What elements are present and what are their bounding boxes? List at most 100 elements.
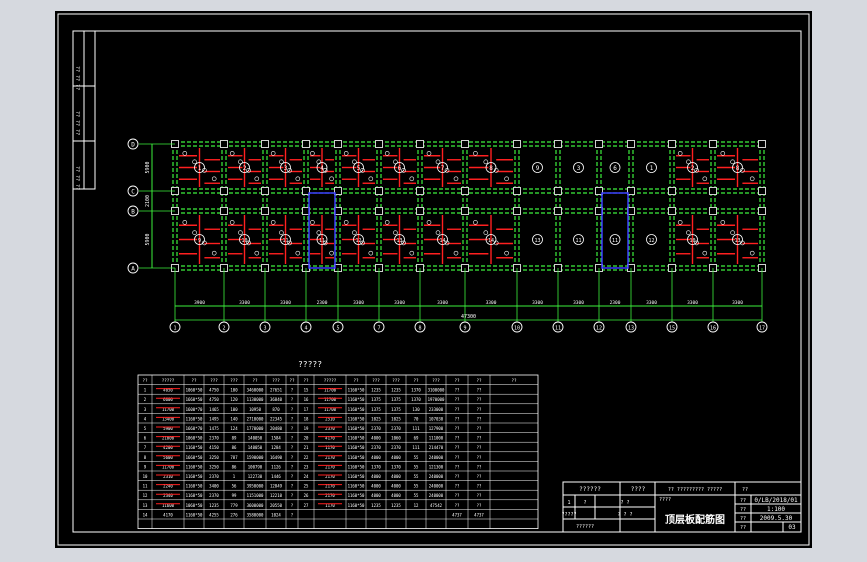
table-cell: 2370 — [391, 426, 401, 431]
table-cell: 240000 — [429, 474, 444, 479]
table-cell: ?? — [455, 436, 460, 441]
table-cell: 214470 — [429, 445, 444, 450]
rebar-tag — [182, 151, 188, 156]
table-cell: 1446 — [271, 474, 281, 479]
table-cell: 1590000 — [247, 455, 264, 460]
table-cell: 1126 — [271, 464, 281, 469]
column-square — [554, 187, 562, 195]
bay-dimension: 3300 — [486, 300, 497, 306]
table-cell: 4000 — [391, 474, 401, 479]
table-cell: 787 — [230, 455, 238, 460]
bay-dimension: 3900 — [194, 300, 205, 306]
table-cell: 6 — [144, 436, 147, 441]
rebar-tag — [310, 151, 315, 156]
column-axis-label: 12 — [596, 326, 602, 332]
rebar-tag — [238, 230, 243, 235]
table-cell: 240000 — [429, 455, 444, 460]
table-cell: ?? — [477, 503, 482, 508]
rebar-tag — [211, 250, 217, 256]
table-cell: 4737 — [474, 512, 484, 517]
left-strip-cell-3: ?? ?? ?? — [74, 166, 80, 190]
tb-label-2: ?? — [740, 507, 746, 513]
floor-plan: 1921031141151261371481491331161111221081… — [127, 138, 768, 333]
table-cell: 55 — [414, 464, 419, 469]
table-cell: 3950000 — [247, 484, 264, 489]
table-cell: ?? — [477, 436, 482, 441]
column-square — [758, 187, 766, 195]
table-cell: 99 — [232, 493, 237, 498]
rebar-tag — [483, 230, 489, 235]
rebar-tag — [229, 151, 235, 156]
table-cell: 18 — [304, 416, 309, 421]
panel-number: 10 — [689, 238, 695, 244]
table-cell: 4000 — [371, 484, 381, 489]
table-cell: 3600000 — [247, 503, 264, 508]
column-square — [709, 207, 717, 215]
table-cell: 1060*50 — [186, 436, 203, 441]
column-square — [461, 207, 469, 215]
table-header-cell: ??? — [272, 378, 280, 383]
table-cell: 1160*50 — [186, 445, 203, 450]
table-cell: 16490 — [270, 455, 283, 460]
title-block-col-label: ?? — [742, 487, 748, 493]
table-cell: 1284 — [271, 445, 281, 450]
table-cell: 4000 — [371, 493, 381, 498]
column-square — [595, 140, 603, 148]
rebar-tag — [384, 220, 390, 225]
table-cell: ?? — [455, 464, 460, 469]
table-cell: 122730 — [248, 474, 263, 479]
rebar-tag — [426, 220, 432, 225]
rebar-tag — [182, 220, 188, 225]
table-cell: 240000 — [429, 484, 444, 489]
table-cell: ? — [291, 397, 294, 402]
table-cell: 4000 — [391, 484, 401, 489]
table-cell: ? — [291, 512, 294, 517]
table-cell: 4150 — [209, 445, 219, 450]
column-axis-label: 10 — [514, 326, 520, 332]
row-axis-label: C — [131, 189, 135, 196]
table-cell: 1160*50 — [348, 426, 365, 431]
table-header-cell: ?? — [454, 378, 460, 383]
table-cell: 1160*50 — [186, 484, 203, 489]
rebar-tag — [473, 151, 478, 156]
table-cell: 1160*50 — [186, 416, 203, 421]
title-block-row1-mid: ???? — [631, 486, 646, 493]
bay-dimension: 3300 — [687, 300, 698, 306]
table-cell: ?? — [455, 416, 460, 421]
bay-dimension: 3300 — [437, 300, 448, 306]
table-cell: ?? — [477, 493, 482, 498]
table-cell: 120 — [230, 397, 238, 402]
table-cell: 111 — [412, 445, 420, 450]
rebar-tag — [270, 151, 276, 156]
table-cell: 2370 — [209, 436, 219, 441]
table-cell: 3250 — [209, 464, 219, 469]
table-cell: ?? — [477, 484, 482, 489]
table-cell: 1160*50 — [348, 445, 365, 450]
rebar-tag — [483, 159, 489, 165]
sheet-title: 顶层板配筋图 — [665, 513, 725, 526]
table-cell: 1060*50 — [186, 388, 203, 393]
panel-number: 11 — [575, 238, 581, 244]
table-cell: 23 — [304, 464, 309, 469]
table-cell: 1160*50 — [348, 416, 365, 421]
table-cell: 1160*50 — [348, 474, 365, 479]
table-header-cell: ?? — [252, 378, 258, 383]
table-cell: 86 — [232, 445, 237, 450]
rebar-tag — [702, 176, 708, 182]
table-cell: ? — [291, 388, 294, 393]
panel-number: 11 — [319, 238, 325, 244]
table-cell: 1375 — [371, 397, 381, 402]
row-axis-label: A — [131, 266, 135, 273]
table-cell: 107030 — [429, 416, 444, 421]
table-cell: 1160*50 — [186, 512, 203, 517]
table-cell: 3 — [144, 407, 147, 412]
table-cell: 130 — [412, 407, 420, 412]
table-cell: 140050 — [248, 436, 263, 441]
column-square — [709, 187, 717, 195]
row-dimension: 5900 — [145, 233, 151, 245]
rebar-tag — [211, 176, 217, 182]
panel-number: 2 — [243, 165, 247, 172]
table-cell: ?? — [455, 426, 460, 431]
title-block-row3-c: ? ? ? — [617, 512, 632, 518]
table-cell: ?? — [477, 426, 482, 431]
